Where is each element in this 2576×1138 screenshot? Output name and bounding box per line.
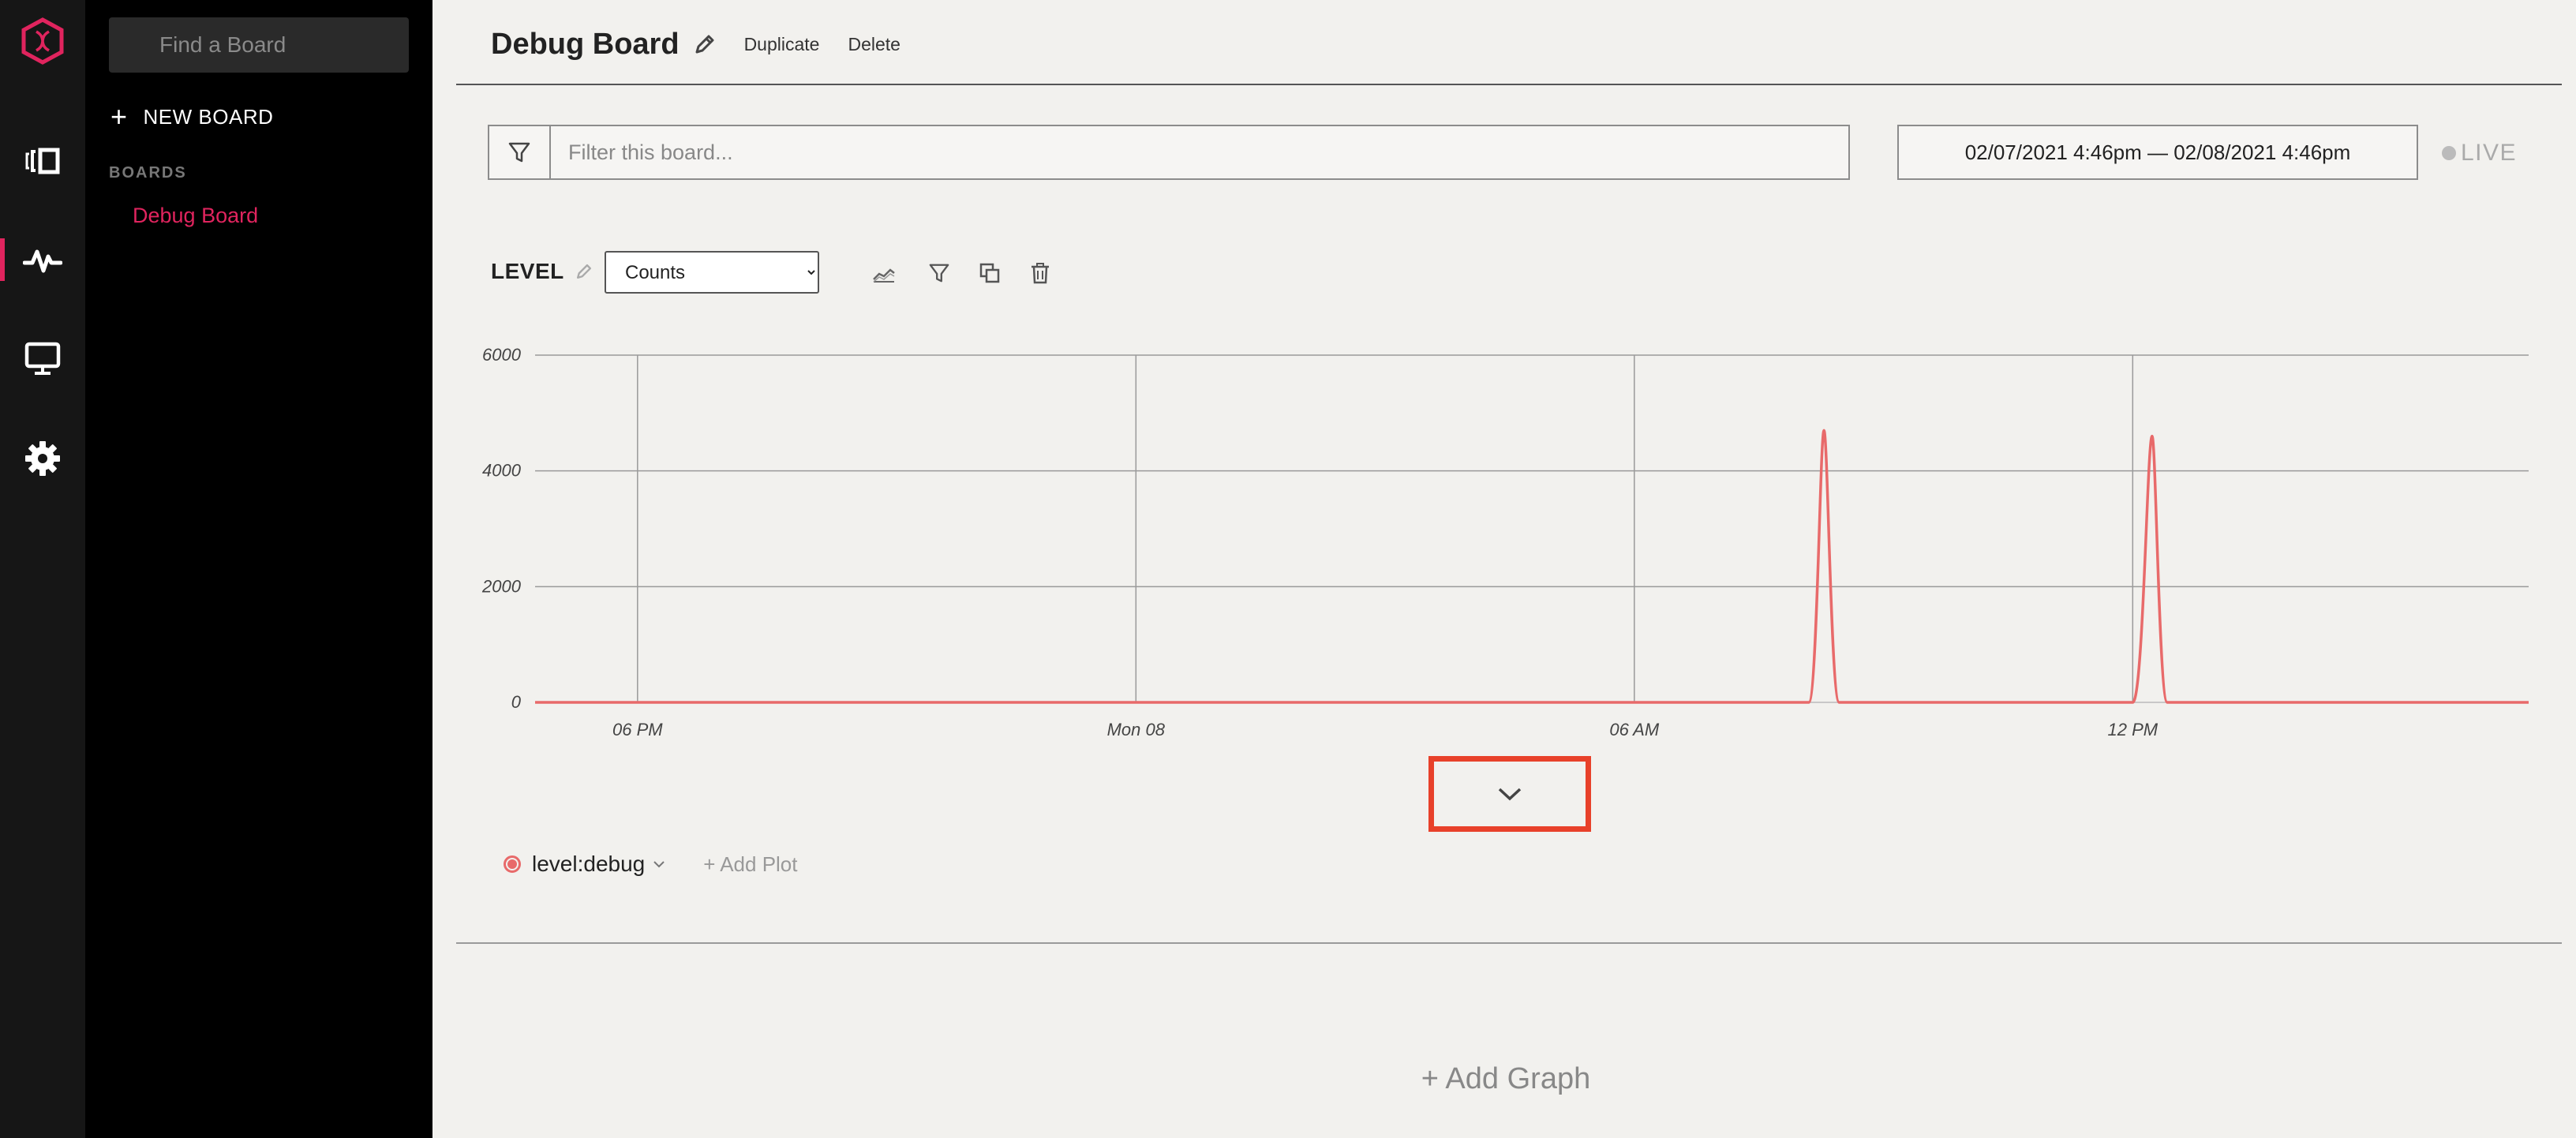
monitor-icon[interactable]	[0, 319, 85, 398]
board-filter	[488, 125, 1850, 180]
hexagon-logo-icon[interactable]	[0, 2, 85, 80]
level-chart: 0 2000 4000 6000 06 PM Mon 08 06 AM 12 PM	[481, 345, 2529, 739]
x-tick-label: Mon 08	[1107, 720, 1166, 739]
add-plot-button[interactable]: + Add Plot	[703, 852, 797, 877]
chevron-down-icon[interactable]	[653, 859, 665, 869]
date-range-picker[interactable]: 02/07/2021 4:46pm — 02/08/2021 4:46pm	[1897, 125, 2418, 180]
add-graph-button[interactable]: + Add Graph	[432, 1062, 2576, 1096]
chart-type-icon[interactable]	[868, 257, 900, 289]
pulse-icon[interactable]	[0, 220, 85, 299]
y-tick-label: 0	[511, 692, 522, 712]
chevron-down-icon	[1498, 788, 1522, 801]
y-tick-label: 4000	[482, 461, 522, 481]
duplicate-icon[interactable]	[974, 257, 1005, 289]
board-main: Debug Board Duplicate Delete 02/07/2021 …	[432, 0, 2576, 1138]
streams-icon[interactable]	[0, 122, 85, 200]
sidebar-item-debug-board[interactable]: Debug Board	[133, 204, 258, 228]
live-dot-icon	[2442, 146, 2456, 160]
live-label: LIVE	[2461, 140, 2518, 166]
boards-heading: BOARDS	[109, 164, 187, 182]
pencil-icon[interactable]	[575, 263, 593, 280]
x-tick-label: 12 PM	[2108, 720, 2159, 739]
new-board-label: NEW BOARD	[143, 104, 274, 129]
expand-graph-button[interactable]	[1428, 756, 1591, 832]
graph-title: LEVEL	[491, 259, 564, 283]
filter-icon[interactable]	[923, 257, 955, 289]
y-tick-label: 2000	[481, 576, 522, 596]
duplicate-board-button[interactable]: Duplicate	[744, 34, 820, 55]
series-color-swatch[interactable]	[504, 855, 521, 873]
pencil-icon[interactable]	[694, 33, 716, 55]
live-toggle[interactable]: LIVE	[2442, 139, 2517, 167]
gear-icon[interactable]	[0, 419, 85, 498]
plot-legend: level:debug + Add Plot	[504, 848, 798, 881]
filter-board-input[interactable]	[551, 126, 1848, 178]
icon-rail	[0, 0, 85, 1138]
legend-item-level-debug[interactable]: level:debug	[532, 852, 645, 877]
delete-board-button[interactable]: Delete	[848, 34, 900, 55]
page-title: Debug Board	[491, 27, 680, 61]
new-board-button[interactable]: + NEW BOARD	[110, 99, 273, 134]
x-tick-label: 06 AM	[1609, 720, 1659, 739]
header-divider	[456, 84, 2562, 85]
funnel-icon[interactable]	[489, 126, 551, 178]
x-tick-label: 06 PM	[612, 720, 663, 739]
boards-sidebar: + NEW BOARD BOARDS Debug Board	[85, 0, 432, 1138]
graph-divider	[456, 942, 2562, 944]
plus-icon: +	[110, 100, 128, 133]
find-board-input[interactable]	[109, 17, 409, 73]
aggregation-select[interactable]: Counts	[605, 251, 819, 294]
y-tick-label: 6000	[482, 345, 522, 365]
trash-icon[interactable]	[1024, 257, 1056, 289]
